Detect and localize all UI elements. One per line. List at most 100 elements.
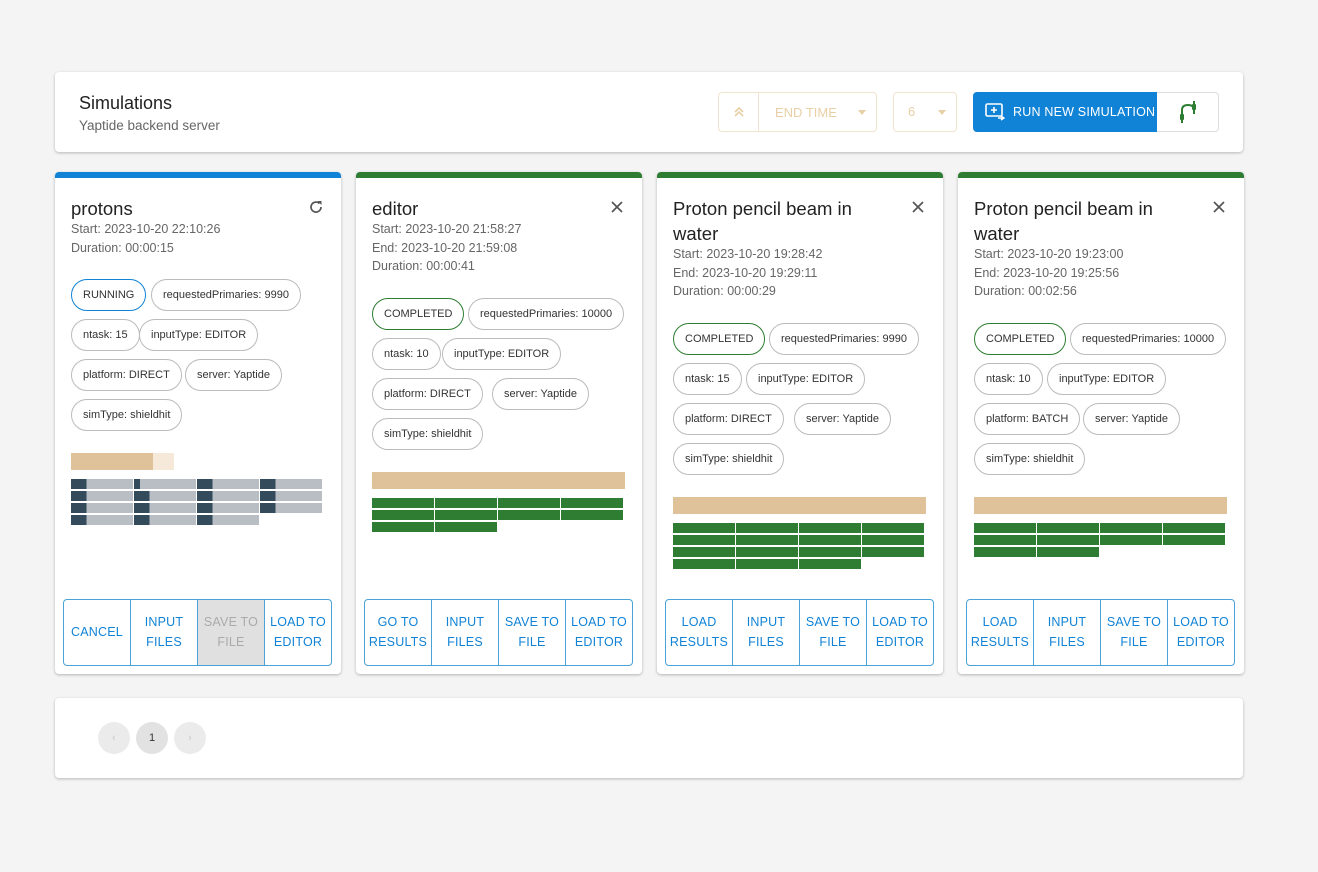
status-bar [657, 172, 943, 178]
property-chip: server: Yaptide [794, 402, 891, 435]
close-icon[interactable] [909, 198, 927, 216]
page-size-select[interactable]: 6 [893, 92, 957, 132]
task-progress-cell [435, 521, 497, 532]
task-progress-cell [862, 522, 924, 533]
simulation-meta-line: Start: 2023-10-20 22:10:26 [71, 222, 221, 236]
task-progress-cell [498, 509, 560, 520]
task-progress-cell [197, 515, 259, 525]
load-to-editor-button[interactable]: LOAD TO EDITOR [265, 600, 331, 665]
property-chip: platform: DIRECT [71, 359, 182, 391]
task-progress-cell [673, 558, 735, 569]
property-chip: requestedPrimaries: 9990 [769, 322, 919, 355]
simulation-title: Proton pencil beam in water [673, 198, 852, 244]
status-chip: COMPLETED [974, 322, 1067, 355]
prev-page-button[interactable]: ‹ [98, 722, 130, 754]
action-button-group: LOAD RESULTS INPUT FILES SAVE TO FILE LOAD … [665, 599, 934, 666]
progress-bar [673, 496, 926, 514]
simulation-meta-line: Duration: 00:02:56 [974, 284, 1077, 298]
primary-action-button[interactable]: LOAD RESULTS [666, 600, 733, 665]
status-chip: COMPLETED [372, 297, 465, 330]
task-progress-cell [799, 534, 861, 545]
action-button-group: GO TO RESULTS INPUT FILES SAVE TO FILE LOAD… [364, 599, 633, 666]
property-chip: ntask: 10 [372, 337, 441, 370]
page-1-button[interactable]: 1 [136, 722, 168, 754]
simulation-title: editor [372, 198, 419, 219]
caret-down-icon [858, 110, 866, 115]
page-title: Simulations [79, 93, 173, 113]
task-progress-cell [435, 497, 497, 508]
status-bar [356, 172, 642, 178]
simulation-meta-line: Duration: 00:00:29 [673, 284, 776, 298]
task-progress-cell [974, 546, 1036, 557]
simulation-meta-line: Start: 2023-10-20 19:28:42 [673, 247, 823, 261]
simulation-meta-line: Start: 2023-10-20 19:23:00 [974, 247, 1124, 261]
next-page-button[interactable]: › [174, 722, 206, 754]
task-progress-cell [799, 522, 861, 533]
task-progress-cell [974, 534, 1036, 545]
progress-bar [71, 453, 174, 470]
property-chip: inputType: EDITOR [139, 319, 259, 351]
task-progress-cell [71, 503, 133, 513]
task-progress-cell [372, 497, 434, 508]
task-progress-cell [561, 509, 623, 520]
run-new-simulation-label: RUN NEW SIMULATION [1013, 105, 1156, 119]
input-files-button[interactable]: INPUT FILES [131, 600, 198, 665]
property-chip: requestedPrimaries: 9990 [151, 279, 301, 311]
close-icon[interactable] [608, 198, 626, 216]
status-bar [958, 172, 1244, 178]
sort-field-label: END TIME [775, 104, 837, 120]
task-progress-cell [799, 558, 861, 569]
simulation-card: editor Start: 2023-10-20 21:58:27 End: 202… [356, 172, 642, 674]
add-to-queue-icon [985, 103, 1005, 121]
load-to-editor-button[interactable]: LOAD TO EDITOR [867, 600, 933, 665]
task-progress-cell [673, 534, 735, 545]
sort-control: END TIME [718, 92, 877, 132]
property-chip: inputType: EDITOR [442, 337, 562, 370]
save-to-file-button[interactable]: SAVE TO FILE [499, 600, 566, 665]
input-files-button[interactable]: INPUT FILES [432, 600, 499, 665]
property-chip: ntask: 15 [71, 319, 140, 351]
refresh-icon[interactable] [307, 198, 325, 216]
load-to-editor-button[interactable]: LOAD TO EDITOR [1168, 600, 1234, 665]
task-progress-cell [1163, 522, 1225, 533]
task-progress-cell [260, 503, 322, 513]
task-progress-cell [71, 479, 133, 489]
run-new-simulation-button[interactable]: RUN NEW SIMULATION [973, 92, 1157, 132]
progress-fill [673, 496, 926, 514]
status-bar [55, 172, 341, 178]
task-progress-cell [736, 522, 798, 533]
task-progress-cell [1037, 546, 1099, 557]
property-chip: simType: shieldhit [372, 417, 484, 450]
load-to-editor-button[interactable]: LOAD TO EDITOR [566, 600, 632, 665]
sort-order-button[interactable] [719, 93, 759, 131]
property-chip: platform: DIRECT [372, 377, 483, 410]
task-progress-cell [134, 491, 196, 501]
task-progress-cell [799, 546, 861, 557]
property-chip: server: Yaptide [492, 377, 589, 410]
primary-action-button[interactable]: LOAD RESULTS [967, 600, 1034, 665]
simulation-meta-line: End: 2023-10-20 19:29:11 [673, 265, 818, 280]
property-chip: simType: shieldhit [673, 442, 785, 475]
task-progress-cell [134, 479, 196, 489]
task-progress-cell [1100, 522, 1162, 533]
property-chip: server: Yaptide [185, 359, 282, 391]
task-progress-cell [197, 503, 259, 513]
close-icon[interactable] [1210, 198, 1228, 216]
simulation-meta-line: Duration: 00:00:15 [71, 240, 174, 255]
progress-bar [974, 496, 1227, 514]
save-to-file-button[interactable]: SAVE TO FILE [1101, 600, 1168, 665]
input-files-button[interactable]: INPUT FILES [733, 600, 800, 665]
save-to-file-button[interactable]: SAVE TO FILE [800, 600, 867, 665]
primary-action-button[interactable]: GO TO RESULTS [365, 600, 432, 665]
task-progress-cell [1037, 522, 1099, 533]
backend-status-button[interactable] [1157, 92, 1219, 132]
input-files-button[interactable]: INPUT FILES [1034, 600, 1101, 665]
task-progress-cell [736, 534, 798, 545]
property-chip: requestedPrimaries: 10000 [1070, 322, 1227, 355]
simulation-card: protons Start: 2023-10-20 22:10:26 Duratio… [55, 172, 341, 674]
task-progress-cell [71, 491, 133, 501]
sort-field-select[interactable]: END TIME [759, 93, 876, 131]
action-button-group: LOAD RESULTS INPUT FILES SAVE TO FILE LOAD … [966, 599, 1235, 666]
task-progress-cell [260, 491, 322, 501]
primary-action-button[interactable]: CANCEL [64, 600, 131, 665]
